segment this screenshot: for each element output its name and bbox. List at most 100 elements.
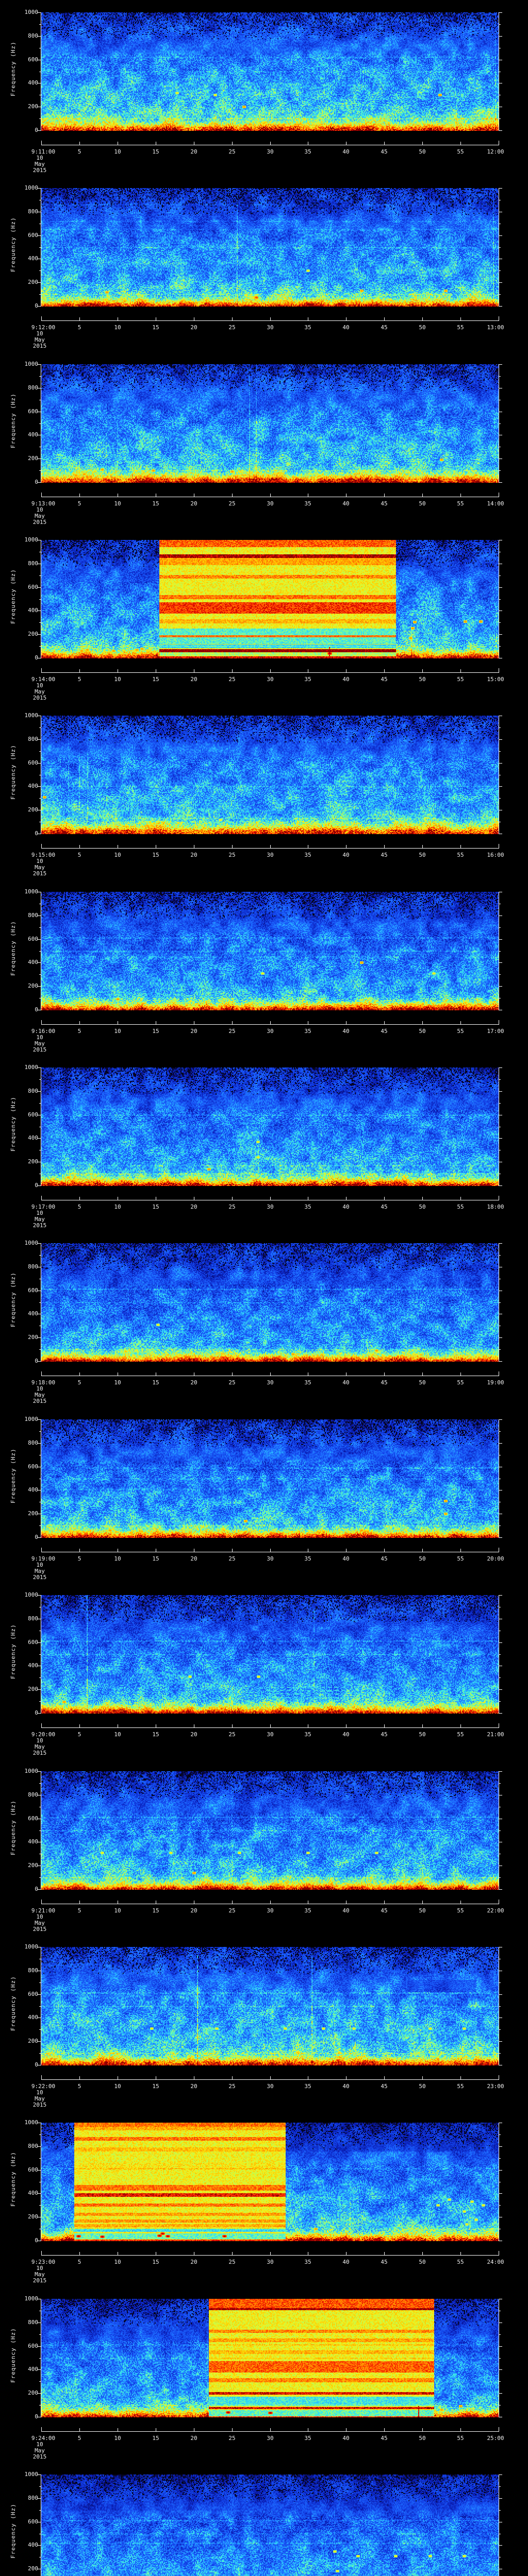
date-year-label: 2015: [32, 519, 47, 526]
x-tick-label: 55: [457, 1907, 464, 1914]
y-tick-label: 800: [28, 560, 38, 567]
y-tick-label: 600: [28, 2518, 38, 2525]
x-tick-label: 10: [114, 852, 121, 858]
y-tick-label: 1000: [24, 1591, 39, 1598]
y-axis-title: Frequency (Hz): [10, 41, 16, 96]
spectrogram-panel: Frequency (Hz) 10008006004002000 5101520…: [0, 2286, 528, 2462]
y-tick-label: 400: [28, 255, 38, 262]
y-tick-label: 600: [28, 2166, 38, 2173]
date-label: 10 May 2015: [33, 2265, 47, 2284]
x-tick-label: 50: [419, 1204, 426, 1210]
date-label: 10 May 2015: [33, 155, 47, 174]
x-axis-end-time: 20:00: [487, 1555, 504, 1562]
date-year-label: 2015: [32, 2102, 47, 2108]
y-tick-label: 600: [28, 759, 38, 766]
x-tick-label: 25: [228, 2435, 236, 2442]
y-tick-label: 800: [28, 1615, 38, 1622]
x-tick-label: 5: [77, 2259, 81, 2265]
x-tick-label: 40: [342, 852, 350, 858]
x-tick-label: 30: [267, 676, 274, 683]
y-tick-label: 200: [28, 982, 38, 989]
x-tick-label: 45: [381, 1907, 388, 1914]
y-tick-label: 200: [28, 103, 38, 110]
date-year-label: 2015: [32, 1398, 47, 1404]
x-tick-label: 15: [152, 1731, 159, 1738]
x-tick-label: 45: [381, 1731, 388, 1738]
y-tick-label: 400: [28, 2366, 38, 2372]
x-tick-label: 55: [457, 2083, 464, 2090]
date-label: 10 May 2015: [33, 1562, 47, 1581]
date-label: 10 May 2015: [33, 1210, 47, 1229]
y-axis-title: Frequency (Hz): [10, 569, 16, 624]
x-axis-end-time: 15:00: [487, 676, 504, 683]
y-tick-label: 200: [28, 455, 38, 462]
spectrogram-panel: Frequency (Hz) 10008006004002000 5101520…: [0, 1231, 528, 1406]
spectrogram-panel: Frequency (Hz) 10008006004002000 5101520…: [0, 1407, 528, 1583]
x-axis-end-time: 25:00: [487, 2435, 504, 2442]
x-tick-label: 25: [228, 1204, 236, 1210]
x-tick-label: 5: [77, 1907, 81, 1914]
x-tick-label: 55: [457, 1379, 464, 1386]
x-tick-label: 25: [228, 1028, 236, 1035]
x-tick-label: 10: [114, 500, 121, 507]
x-tick-label: 25: [228, 324, 236, 331]
x-tick-label: 35: [304, 2083, 311, 2090]
x-axis-start-time: 9:11:00: [31, 148, 56, 155]
y-tick-label: 600: [28, 2343, 38, 2349]
x-tick-label: 55: [457, 2435, 464, 2442]
x-tick-label: 45: [381, 148, 388, 155]
x-tick-label: 40: [342, 1379, 350, 1386]
x-axis-start-time: 9:12:00: [31, 324, 56, 331]
x-tick-label: 10: [114, 2083, 121, 2090]
spectrogram-panel: Frequency (Hz) 10008006004002000 5101520…: [0, 352, 528, 528]
date-year-label: 2015: [32, 343, 47, 349]
y-tick-label: 600: [28, 1639, 38, 1646]
date-year-label: 2015: [32, 1750, 47, 1756]
x-tick-label: 35: [304, 500, 311, 507]
x-tick-label: 50: [419, 1907, 426, 1914]
spectrogram-panel: Frequency (Hz) 10008006004002000 5101520…: [0, 2462, 528, 2576]
spectrogram-panel: Frequency (Hz) 10008006004002000 5101520…: [0, 879, 528, 1055]
x-axis-start-time: 9:15:00: [31, 852, 56, 858]
x-axis-end-time: 22:00: [487, 1907, 504, 1914]
y-tick-label: 200: [28, 2565, 38, 2572]
y-tick-label: 0: [35, 830, 38, 837]
y-axis-title: Frequency (Hz): [10, 2151, 16, 2207]
y-tick-label: 1000: [24, 184, 39, 191]
x-tick-label: 30: [267, 1907, 274, 1914]
x-tick-label: 40: [342, 1555, 350, 1562]
y-tick-label: 400: [28, 2190, 38, 2196]
y-tick-label: 400: [28, 1310, 38, 1317]
x-tick-label: 5: [77, 1555, 81, 1562]
y-tick-label: 1000: [24, 1240, 39, 1246]
y-tick-label: 400: [28, 1486, 38, 1493]
y-tick-label: 1000: [24, 888, 39, 895]
y-tick-label: 200: [28, 2038, 38, 2044]
x-tick-label: 45: [381, 1204, 388, 1210]
x-tick-label: 20: [190, 1555, 197, 1562]
x-tick-label: 55: [457, 1204, 464, 1210]
x-tick-label: 40: [342, 2435, 350, 2442]
x-tick-label: 45: [381, 2259, 388, 2265]
y-tick-label: 400: [28, 431, 38, 438]
x-tick-label: 40: [342, 324, 350, 331]
x-tick-label: 20: [190, 852, 197, 858]
y-tick-label: 200: [28, 1158, 38, 1165]
y-tick-label: 0: [35, 1358, 38, 1364]
x-tick-label: 5: [77, 1379, 81, 1386]
x-tick-label: 15: [152, 2083, 159, 2090]
x-tick-label: 5: [77, 1731, 81, 1738]
x-tick-label: 40: [342, 1907, 350, 1914]
y-tick-label: 800: [28, 208, 38, 215]
x-tick-label: 20: [190, 2259, 197, 2265]
x-tick-label: 35: [304, 2435, 311, 2442]
x-tick-label: 5: [77, 1028, 81, 1035]
y-tick-label: 200: [28, 1686, 38, 1692]
y-tick-label: 600: [28, 1111, 38, 1118]
date-label: 10 May 2015: [33, 1386, 47, 1404]
date-label: 10 May 2015: [33, 858, 47, 877]
y-tick-label: 800: [28, 2319, 38, 2326]
x-tick-label: 50: [419, 852, 426, 858]
y-tick-label: 400: [28, 1662, 38, 1669]
y-tick-label: 800: [28, 1088, 38, 1094]
